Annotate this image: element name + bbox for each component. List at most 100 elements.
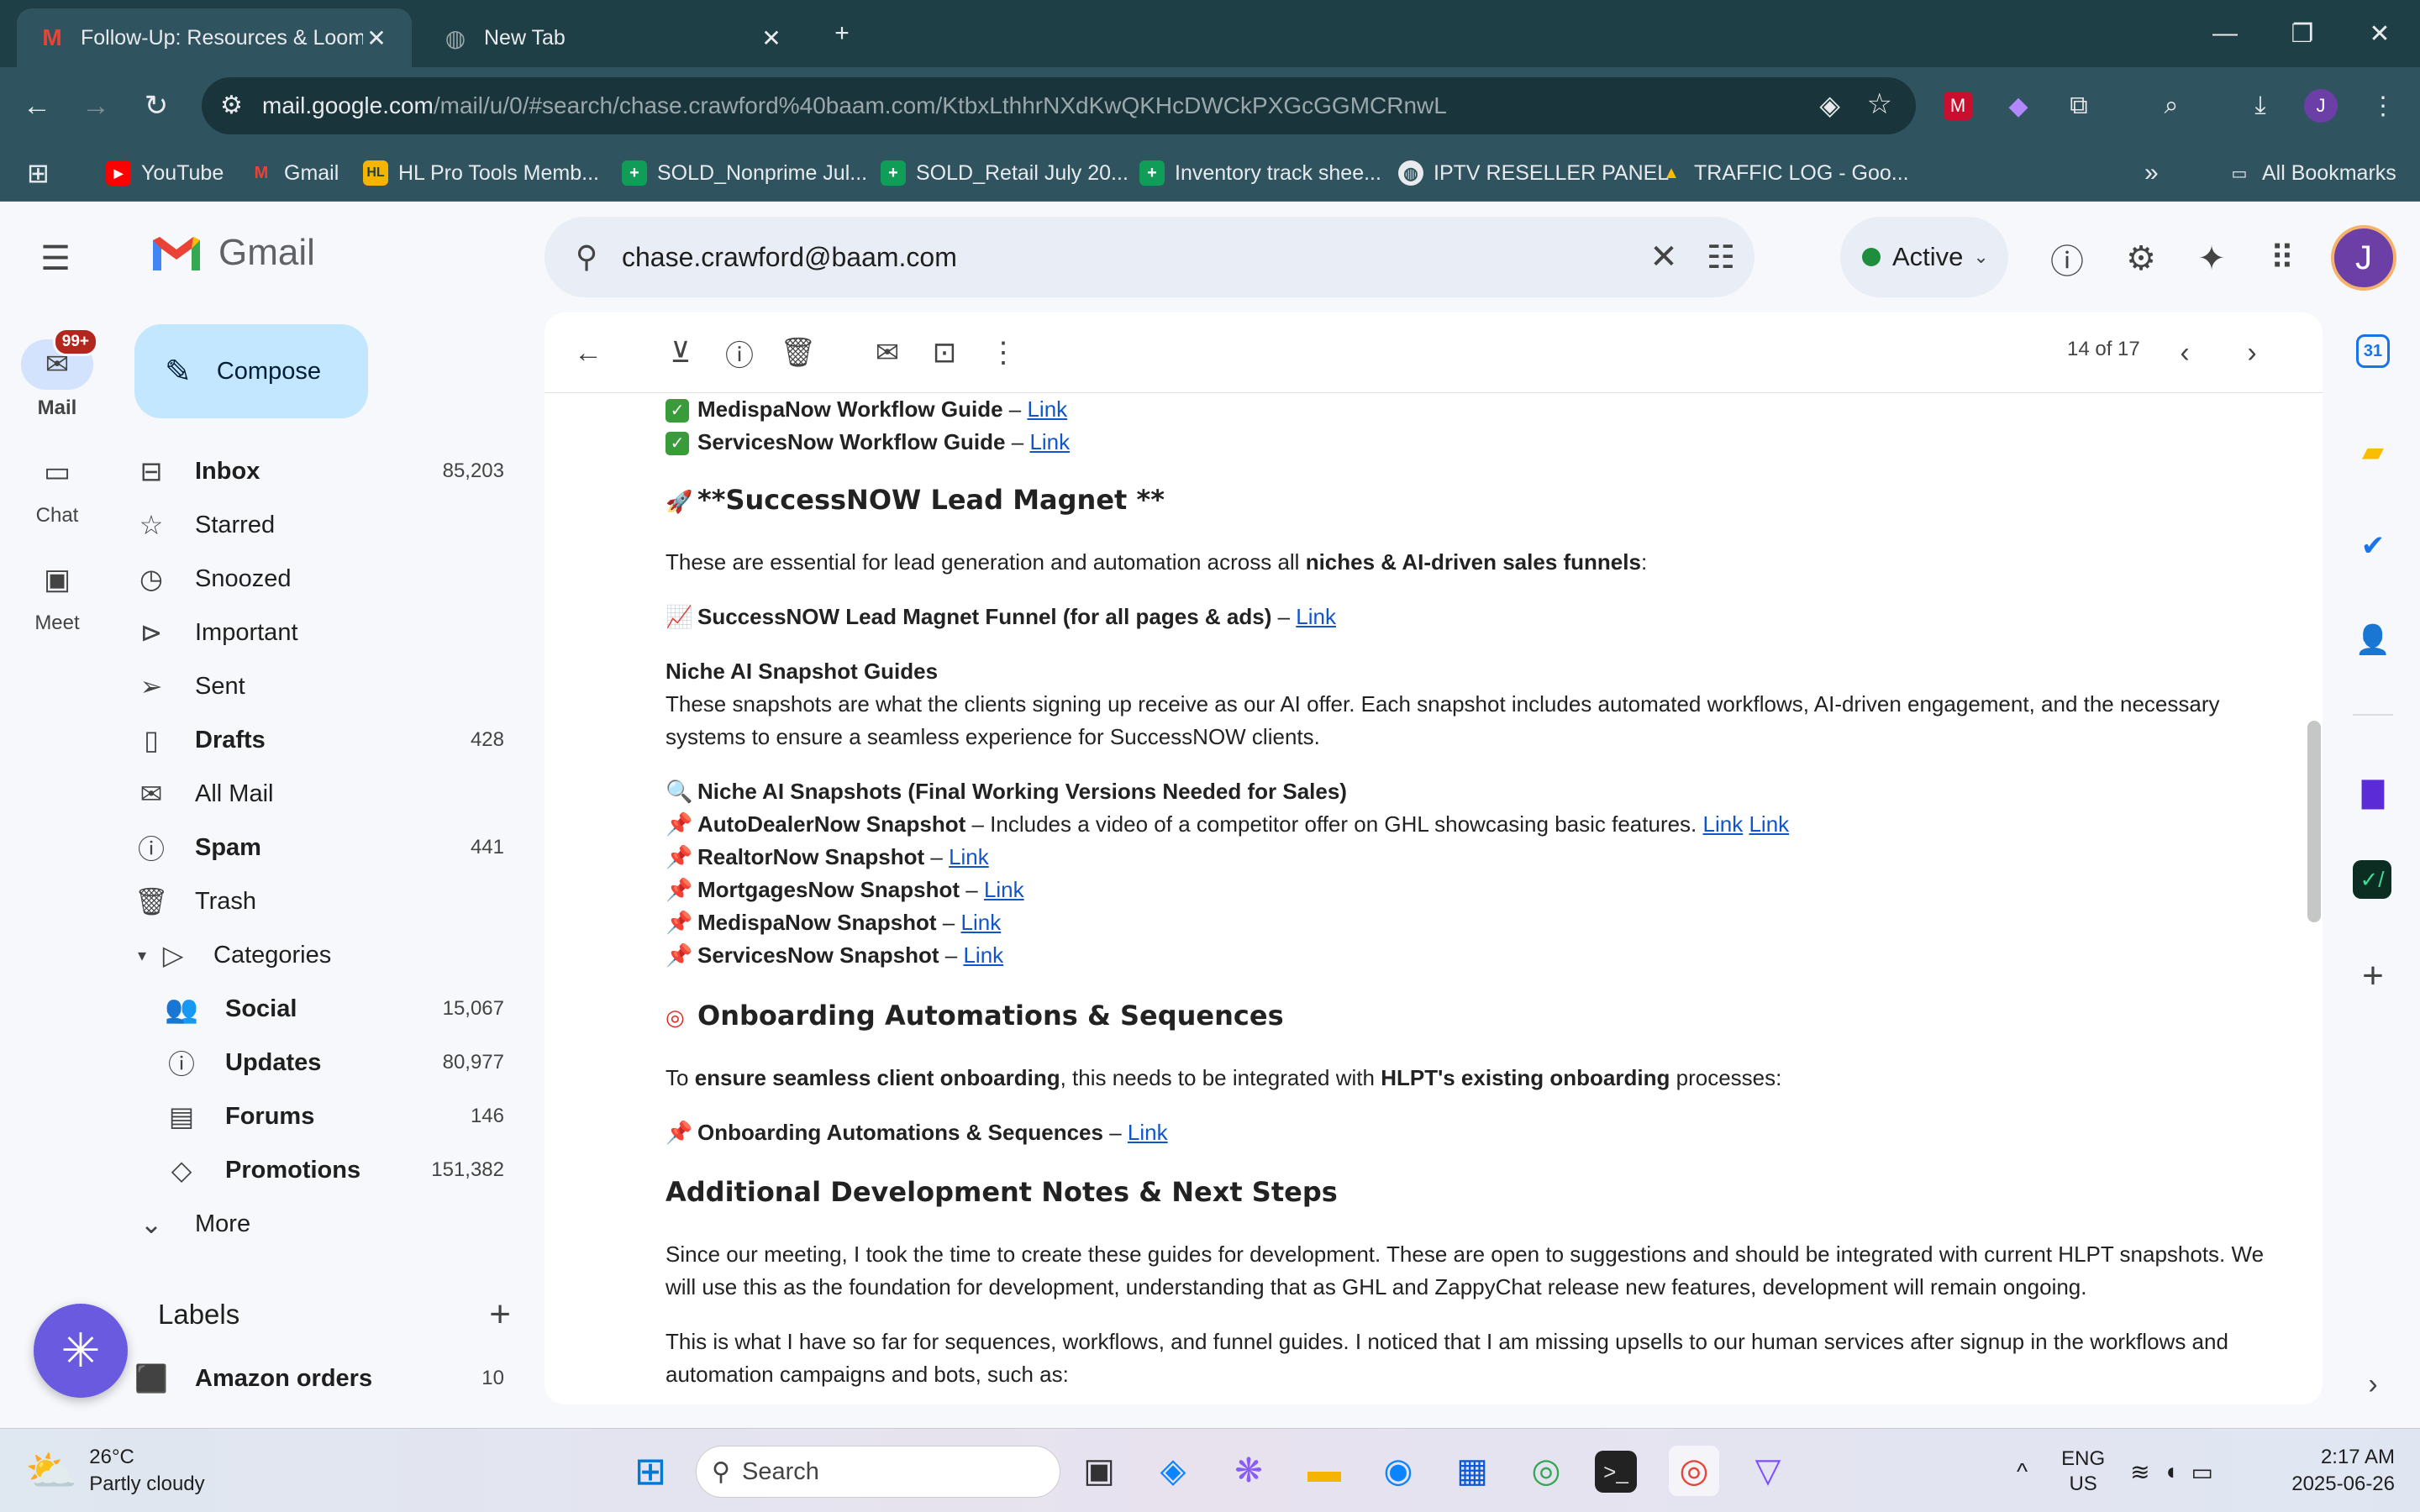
link[interactable]: Link xyxy=(963,942,1003,968)
link[interactable]: Link xyxy=(949,844,989,869)
sidebar-item-categories[interactable]: ▾ ▷ Categories xyxy=(138,930,516,980)
gemini-sparkle-icon[interactable]: ✦ xyxy=(2185,232,2238,286)
label-item-amazon-orders[interactable]: ⬛ Amazon orders 10 xyxy=(134,1353,513,1404)
keep-icon[interactable]: ▰ xyxy=(2349,428,2396,475)
microsoft-store-icon[interactable]: ▦ xyxy=(1447,1446,1497,1496)
file-explorer-icon[interactable]: ▬ xyxy=(1299,1446,1349,1496)
link[interactable]: Link xyxy=(1029,429,1070,454)
bookmark-gmail[interactable]: M Gmail xyxy=(249,155,339,192)
back-arrow-icon[interactable]: ← xyxy=(565,329,612,376)
sidebar-item-important[interactable]: ⊳ Important xyxy=(134,607,513,658)
taskbar-search[interactable]: ⚲ Search xyxy=(696,1446,1060,1498)
edge-icon[interactable]: ◉ xyxy=(1373,1446,1423,1496)
link[interactable]: Link xyxy=(1027,396,1067,422)
main-menu-icon[interactable]: ☰ xyxy=(32,235,79,282)
expand-panel-icon[interactable]: › xyxy=(2349,1361,2396,1408)
rail-meet[interactable]: ▣ Meet xyxy=(0,554,114,635)
sidebar-item-sent[interactable]: ➢ Sent xyxy=(134,661,513,711)
clear-search-icon[interactable]: ✕ xyxy=(1640,238,1687,276)
status-selector[interactable]: Active ⌄ xyxy=(1840,217,2008,297)
settings-gear-icon[interactable]: ⚙ xyxy=(2114,232,2168,286)
bookmark-sold-nonprime[interactable]: + SOLD_Nonprime Jul... xyxy=(622,155,867,192)
search-input[interactable]: chase.crawford@baam.com xyxy=(622,242,1640,273)
mcafee-extension-icon[interactable]: M xyxy=(1938,86,1978,126)
extensions-puzzle-icon[interactable]: ⧉ xyxy=(2059,86,2099,126)
add-label-icon[interactable]: + xyxy=(489,1294,511,1336)
bookmark-sold-retail[interactable]: + SOLD_Retail July 20... xyxy=(881,155,1128,192)
bookmark-iptv[interactable]: ◍ IPTV RESELLER PANEL xyxy=(1398,155,1669,192)
weather-widget[interactable]: ⛅ 26°C Partly cloudy xyxy=(25,1444,205,1498)
sidebar-item-snoozed[interactable]: ◷ Snoozed xyxy=(134,554,513,604)
link[interactable]: Link xyxy=(984,877,1024,902)
link[interactable]: Link xyxy=(1749,811,1789,837)
scrollbar-thumb[interactable] xyxy=(2307,721,2321,922)
sidebar-item-drafts[interactable]: ▯ Drafts 428 xyxy=(134,715,513,765)
restore-button[interactable]: ❐ xyxy=(2275,10,2329,57)
close-window-button[interactable]: ✕ xyxy=(2353,10,2407,57)
extension-diamond-icon[interactable]: ◆ xyxy=(1998,86,2039,126)
newer-chevron-icon[interactable]: ‹ xyxy=(2161,329,2208,376)
browser-menu-icon[interactable]: ⋮ xyxy=(2363,86,2403,126)
addon-purple-icon[interactable]: ▇ xyxy=(2349,769,2396,816)
compose-button[interactable]: ✎ Compose xyxy=(134,324,368,418)
sidebar-item-forums[interactable]: ▤ Forums 146 xyxy=(165,1091,513,1142)
tab-search-icon[interactable]: ⌕ xyxy=(2151,86,2191,126)
profile-avatar[interactable]: J xyxy=(2301,86,2341,126)
link[interactable]: Link xyxy=(1296,604,1336,629)
help-icon[interactable]: ⓘ xyxy=(2040,232,2094,286)
show-hidden-icons-chevron-icon[interactable]: ^ xyxy=(2017,1458,2028,1485)
search-options-icon[interactable]: ☷ xyxy=(1687,239,1754,276)
apps-grid-icon[interactable]: ⊞ xyxy=(27,155,50,192)
new-tab-button[interactable]: + xyxy=(815,10,869,57)
more-options-icon[interactable]: ⋮ xyxy=(980,329,1027,376)
mail-search-bar[interactable]: ⚲ chase.crawford@baam.com ✕ ☷ xyxy=(544,217,1754,297)
battery-icon[interactable]: ▭ xyxy=(2191,1458,2213,1486)
rail-chat[interactable]: ▭ Chat xyxy=(0,447,114,528)
close-icon[interactable]: ✕ xyxy=(758,24,785,51)
forward-button[interactable]: → xyxy=(72,82,119,129)
calendar-icon[interactable]: 31 xyxy=(2356,334,2390,368)
start-windows-icon[interactable]: ⊞ xyxy=(625,1446,676,1496)
volume-icon[interactable]: ◖ xyxy=(2164,1458,2178,1485)
bookmark-inventory[interactable]: + Inventory track shee... xyxy=(1139,155,1381,192)
copilot-icon[interactable]: ❋ xyxy=(1223,1446,1274,1496)
older-chevron-icon[interactable]: › xyxy=(2228,329,2275,376)
move-to-icon[interactable]: ⊡ xyxy=(921,329,968,376)
language-indicator[interactable]: ENG US xyxy=(2061,1446,2105,1497)
link[interactable]: Link xyxy=(961,910,1002,935)
site-info-icon[interactable]: ⚙ xyxy=(220,91,243,120)
terminal-icon[interactable]: >_ xyxy=(1595,1451,1637,1493)
sidebar-item-starred[interactable]: ☆ Starred xyxy=(134,500,513,550)
sidebar-item-spam[interactable]: ⓘ Spam 441 xyxy=(134,822,513,873)
minimize-button[interactable]: — xyxy=(2198,10,2252,57)
search-icon[interactable]: ⚲ xyxy=(563,234,610,281)
store-app-icon[interactable]: ◈ xyxy=(1148,1446,1198,1496)
delete-icon[interactable]: 🗑 xyxy=(775,329,822,376)
more-bookmarks-icon[interactable]: » xyxy=(2144,155,2159,192)
clock[interactable]: 2:17 AM 2025-06-26 xyxy=(2269,1444,2395,1498)
all-bookmarks[interactable]: ▭ All Bookmarks xyxy=(2227,155,2396,192)
vpn-app-icon[interactable]: ▽ xyxy=(1743,1446,1793,1496)
sidebar-item-inbox[interactable]: ⊟ Inbox 85,203 xyxy=(134,446,513,496)
gmail-logo[interactable]: Gmail xyxy=(150,232,315,274)
tab-gmail[interactable]: M Follow-Up: Resources & Loom V ✕ xyxy=(17,8,412,67)
link[interactable]: Link xyxy=(1128,1120,1168,1145)
task-view-icon[interactable]: ▣ xyxy=(1074,1446,1124,1496)
addon-green-icon[interactable]: ✓/ xyxy=(2353,860,2391,899)
assistant-fab-icon[interactable]: ✳ xyxy=(34,1304,128,1398)
sidebar-item-more[interactable]: ⌄ More xyxy=(134,1199,513,1249)
tab-new[interactable]: ◍ New Tab ✕ xyxy=(420,8,807,67)
eye-off-icon[interactable]: ◈ xyxy=(1819,89,1840,121)
download-icon[interactable]: ⤓ xyxy=(2240,86,2281,126)
bookmark-traffic-log[interactable]: ▲ TRAFFIC LOG - Goo... xyxy=(1659,155,1909,192)
bookmark-youtube[interactable]: ▶ YouTube xyxy=(106,155,224,192)
sidebar-item-trash[interactable]: 🗑 Trash xyxy=(134,876,513,927)
archive-icon[interactable]: ⊻ xyxy=(657,329,704,376)
link[interactable]: Link xyxy=(1703,811,1744,837)
chrome-profile-s-icon[interactable]: ◎ xyxy=(1521,1446,1571,1496)
sidebar-item-all-mail[interactable]: ✉ All Mail xyxy=(134,769,513,819)
sidebar-item-updates[interactable]: ⓘ Updates 80,977 xyxy=(165,1037,513,1088)
chrome-active-icon[interactable]: ◎ xyxy=(1669,1446,1719,1496)
back-button[interactable]: ← xyxy=(13,82,60,129)
reload-button[interactable]: ↻ xyxy=(133,82,180,129)
